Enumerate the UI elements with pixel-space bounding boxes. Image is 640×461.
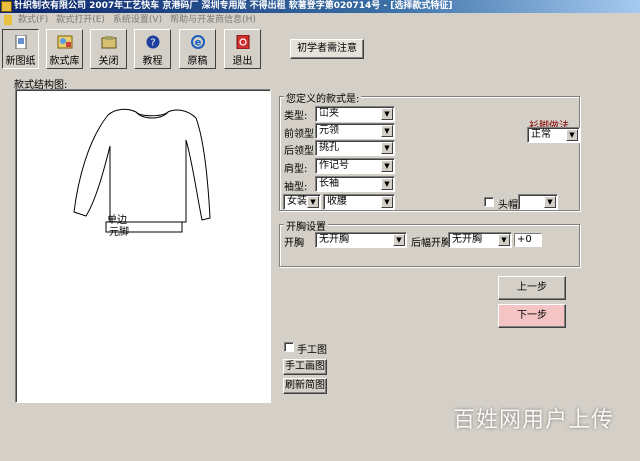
- type-value: 冚夹: [319, 108, 339, 119]
- sleeve-value: 长袖: [319, 178, 339, 189]
- structure-canvas: 单边 元脚: [15, 89, 271, 403]
- menu-item-settings[interactable]: 系统设置(V): [109, 13, 166, 28]
- close-icon: [101, 36, 116, 49]
- front-opening-dropdown-arrow-icon[interactable]: ▼: [393, 234, 405, 246]
- style-library-button[interactable]: 款式库: [46, 29, 83, 69]
- ie-icon: e: [190, 35, 205, 49]
- hood-dropdown-arrow-icon[interactable]: ▼: [544, 196, 556, 208]
- watermark: 百姓网用户上传: [452, 408, 614, 433]
- hood-label: 头帽: [498, 200, 518, 211]
- beginner-notice-button[interactable]: 初学者需注意: [290, 39, 364, 59]
- shoulder-value: 作记号: [319, 160, 349, 171]
- sleeve-dropdown-arrow-icon[interactable]: ▼: [381, 178, 393, 190]
- svg-text:e: e: [194, 38, 201, 49]
- type-dropdown-arrow-icon[interactable]: ▼: [381, 108, 393, 120]
- shoulder-dropdown-arrow-icon[interactable]: ▼: [381, 160, 393, 172]
- menu-bar: 款式(F) 款式打开(E) 系统设置(V) 帮助与开发商信息(H): [0, 13, 640, 28]
- opening-group-title: 开胸设置: [284, 218, 328, 233]
- gender-value: 女装: [287, 196, 307, 207]
- hem-method-dropdown-arrow-icon[interactable]: ▼: [566, 129, 578, 141]
- hood-select[interactable]: ▼: [518, 194, 558, 210]
- back-neck-value: 挑孔: [319, 142, 339, 153]
- manual-drawing-checkbox[interactable]: [284, 342, 294, 352]
- hem-method-select[interactable]: 正常 ▼: [527, 127, 580, 143]
- front-opening-value: 无开胸: [319, 234, 349, 245]
- hem-value: 元脚: [109, 227, 129, 238]
- app-window: 针织制衣有限公司 2007年工艺快车 京港码厂 深圳专用版 不得出租 软著登字第…: [0, 0, 640, 461]
- original-button[interactable]: e 原稿: [179, 29, 216, 69]
- tutorial-button[interactable]: ? 教程: [134, 29, 171, 69]
- new-drawing-label: 新图纸: [5, 56, 36, 67]
- waist-dropdown-arrow-icon[interactable]: ▼: [381, 196, 393, 208]
- front-neck-dropdown-arrow-icon[interactable]: ▼: [381, 125, 393, 137]
- gender-dropdown-arrow-icon[interactable]: ▼: [307, 196, 319, 208]
- back-opening-dropdown-arrow-icon[interactable]: ▼: [498, 234, 510, 246]
- exit-button[interactable]: 退出: [224, 29, 261, 69]
- opening-offset-input[interactable]: +0: [514, 233, 542, 247]
- hem-method-value: 正常: [531, 129, 551, 140]
- exit-label: 退出: [232, 56, 253, 67]
- menu-item-help[interactable]: 帮助与开发商信息(H): [166, 13, 260, 28]
- shoulder-select[interactable]: 作记号 ▼: [315, 158, 395, 174]
- hood-checkbox[interactable]: [484, 197, 494, 207]
- menu-item-style[interactable]: 款式(F): [14, 13, 52, 28]
- help-icon: ?: [146, 35, 159, 49]
- title-text: 针织制衣有限公司 2007年工艺快车 京港码厂 深圳专用版 不得出租 软著登字第…: [14, 1, 453, 11]
- back-opening-select[interactable]: 无开胸 ▼: [448, 232, 512, 248]
- gender-select[interactable]: 女装 ▼: [283, 194, 321, 210]
- back-opening-value: 无开胸: [452, 234, 482, 245]
- new-drawing-button[interactable]: 新图纸: [2, 29, 39, 69]
- front-neck-value: 元领: [319, 125, 339, 136]
- manual-drawing-label: 手工图: [297, 345, 327, 356]
- waist-value: 收腰: [327, 196, 347, 207]
- close-label: 关闭: [98, 56, 119, 67]
- shoulder-label: 肩型:: [284, 164, 308, 175]
- manual-draw-button[interactable]: 手工画图: [283, 359, 327, 375]
- menu-item-open-style[interactable]: 款式打开(E): [52, 13, 109, 28]
- waist-select[interactable]: 收腰 ▼: [323, 194, 395, 210]
- next-step-button[interactable]: 下一步: [498, 304, 566, 328]
- prev-step-button[interactable]: 上一步: [498, 276, 566, 300]
- front-opening-select[interactable]: 无开胸 ▼: [315, 232, 407, 248]
- svg-text:?: ?: [150, 38, 155, 49]
- refresh-sketch-button[interactable]: 刷新简图: [283, 378, 327, 394]
- back-neck-select[interactable]: 挑孔 ▼: [315, 140, 395, 156]
- style-group-title: 您定义的款式是:: [284, 90, 362, 105]
- type-label: 类型:: [284, 111, 308, 122]
- style-library-label: 款式库: [49, 56, 80, 67]
- sleeve-label: 袖型:: [284, 182, 308, 193]
- style-library-icon: [57, 35, 72, 49]
- menu-doc-icon: [4, 15, 12, 25]
- front-neck-select[interactable]: 元领 ▼: [315, 123, 395, 139]
- back-neck-label: 后领型: [284, 146, 314, 157]
- new-drawing-icon: [15, 35, 26, 49]
- back-opening-label: 后幅开胸: [411, 238, 451, 249]
- exit-icon: [236, 35, 249, 49]
- type-select[interactable]: 冚夹 ▼: [315, 106, 395, 122]
- sleeve-select[interactable]: 长袖 ▼: [315, 176, 395, 192]
- sweater-sketch: [73, 108, 211, 233]
- title-bar: 针织制衣有限公司 2007年工艺快车 京港码厂 深圳专用版 不得出租 软著登字第…: [0, 0, 640, 13]
- app-icon: [1, 1, 12, 12]
- front-neck-label: 前领型: [284, 129, 314, 140]
- close-button[interactable]: 关闭: [90, 29, 127, 69]
- back-neck-dropdown-arrow-icon[interactable]: ▼: [381, 142, 393, 154]
- front-opening-label: 开胸: [284, 238, 304, 249]
- original-label: 原稿: [187, 56, 208, 67]
- tutorial-label: 教程: [142, 56, 163, 67]
